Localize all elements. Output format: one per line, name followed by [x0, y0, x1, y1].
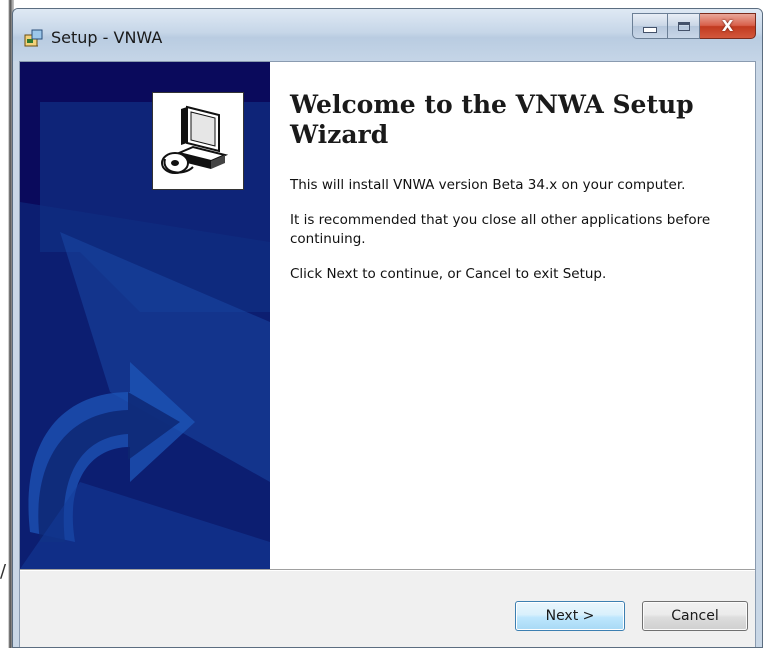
wizard-text-area: Welcome to the VNWA Setup Wizard This wi… — [290, 90, 740, 300]
setup-installer-icon — [23, 27, 45, 49]
minimize-icon — [643, 27, 657, 33]
window-title: Setup - VNWA — [51, 28, 163, 47]
next-or-cancel-instruction-text: Click Next to continue, or Cancel to exi… — [290, 266, 607, 282]
maximize-button[interactable] — [668, 13, 700, 39]
close-icon: X — [721, 16, 734, 35]
close-button[interactable]: X — [700, 13, 756, 39]
wizard-heading: Welcome to the VNWA Setup Wizard — [290, 90, 694, 149]
setup-window: Setup - VNWA X Welcome to the VNWA Setup… — [12, 8, 763, 648]
close-apps-recommendation-text: It is recommended that you close all oth… — [290, 212, 711, 247]
minimize-button[interactable] — [632, 13, 668, 39]
screenshot-stage: / Setup - VNWA X Welcome to the VNWA Set… — [0, 0, 763, 648]
wizard-page: Welcome to the VNWA Setup Wizard This wi… — [20, 62, 755, 569]
title-bar[interactable]: Setup - VNWA X — [13, 9, 762, 61]
install-version-text: This will install VNWA version Beta 34.x… — [290, 177, 686, 193]
wizard-client-area: Welcome to the VNWA Setup Wizard This wi… — [19, 61, 756, 647]
wizard-footer: Next > Cancel — [20, 571, 755, 647]
computer-setup-icon — [152, 92, 244, 190]
cancel-button[interactable]: Cancel — [642, 601, 748, 631]
next-button[interactable]: Next > — [515, 601, 625, 631]
maximize-icon — [677, 21, 690, 31]
wizard-side-panel — [20, 62, 270, 569]
caption-buttons: X — [632, 13, 756, 43]
